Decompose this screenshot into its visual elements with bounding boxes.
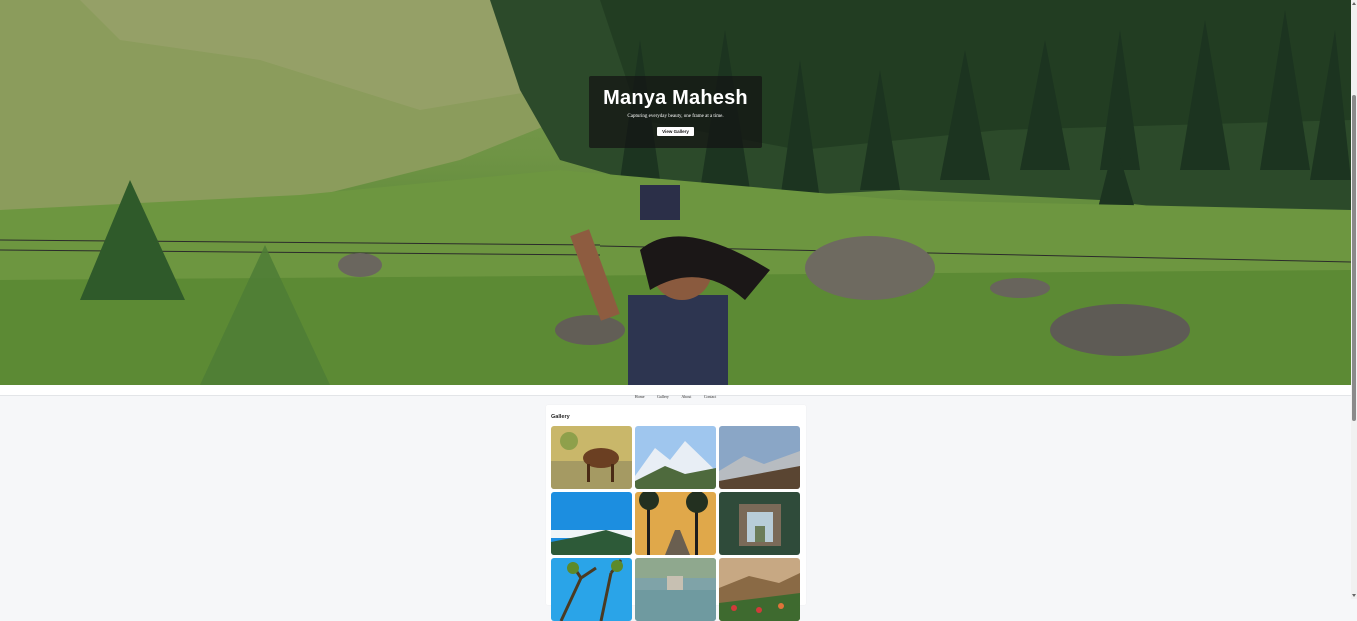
- hero-banner: Manya Mahesh Capturing everyday beauty, …: [0, 0, 1351, 385]
- nav-link-contact[interactable]: Contact: [704, 392, 716, 402]
- gallery-thumbnail-branches-sky[interactable]: [551, 558, 632, 621]
- gallery-thumbnail-snow-peaks[interactable]: [635, 426, 716, 489]
- gallery-thumbnail-palm-road[interactable]: [635, 492, 716, 555]
- hero-title: Manya Mahesh: [603, 87, 748, 109]
- gallery-thumbnail-lake-reflection[interactable]: [635, 558, 716, 621]
- page-scrollbar[interactable]: [1351, 0, 1357, 599]
- scrollbar-thumb[interactable]: [1352, 95, 1356, 421]
- nav-link-about[interactable]: About: [681, 392, 691, 402]
- hero-background-photo: [0, 0, 1351, 385]
- hero-overlay-card: Manya Mahesh Capturing everyday beauty, …: [589, 76, 762, 148]
- hero-tagline: Capturing everyday beauty, one frame at …: [627, 114, 724, 119]
- gallery-thumbnail-stone-window[interactable]: [719, 492, 800, 555]
- nav-link-home[interactable]: Home: [635, 392, 645, 402]
- scroll-down-arrow-icon[interactable]: [1352, 594, 1356, 597]
- gallery-section: Gallery: [546, 405, 806, 621]
- gallery-thumbnail-horse[interactable]: [551, 426, 632, 489]
- nav-link-gallery[interactable]: Gallery: [657, 392, 669, 402]
- gallery-thumbnail-hillside-flowers[interactable]: [719, 558, 800, 621]
- gallery-thumbnail-mountain-valley[interactable]: [719, 426, 800, 489]
- view-gallery-button[interactable]: View Gallery: [657, 127, 694, 136]
- gallery-thumbnail-blue-sky-hills[interactable]: [551, 492, 632, 555]
- main-navigation: Home Gallery About Contact: [0, 385, 1351, 399]
- gallery-heading: Gallery: [551, 414, 570, 420]
- scroll-up-arrow-icon[interactable]: [1352, 2, 1356, 5]
